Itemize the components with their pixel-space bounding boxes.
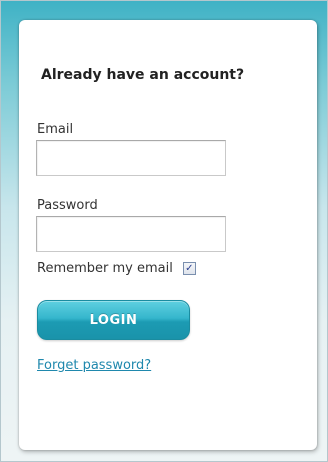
remember-email-row: Remember my email ✓ [37, 261, 196, 276]
remember-email-label: Remember my email [37, 261, 173, 276]
check-icon: ✓ [185, 262, 194, 274]
page-background: Already have an account? Email Password … [0, 0, 328, 462]
email-field[interactable] [36, 140, 226, 176]
login-heading: Already have an account? [41, 67, 245, 83]
login-card: Already have an account? Email Password … [19, 20, 317, 450]
forgot-password-link[interactable]: Forget password? [37, 358, 151, 373]
email-label: Email [37, 122, 74, 137]
remember-email-checkbox[interactable]: ✓ [182, 262, 196, 275]
login-button[interactable]: LOGIN [37, 300, 190, 340]
password-field[interactable] [36, 216, 226, 252]
password-label: Password [37, 198, 98, 213]
